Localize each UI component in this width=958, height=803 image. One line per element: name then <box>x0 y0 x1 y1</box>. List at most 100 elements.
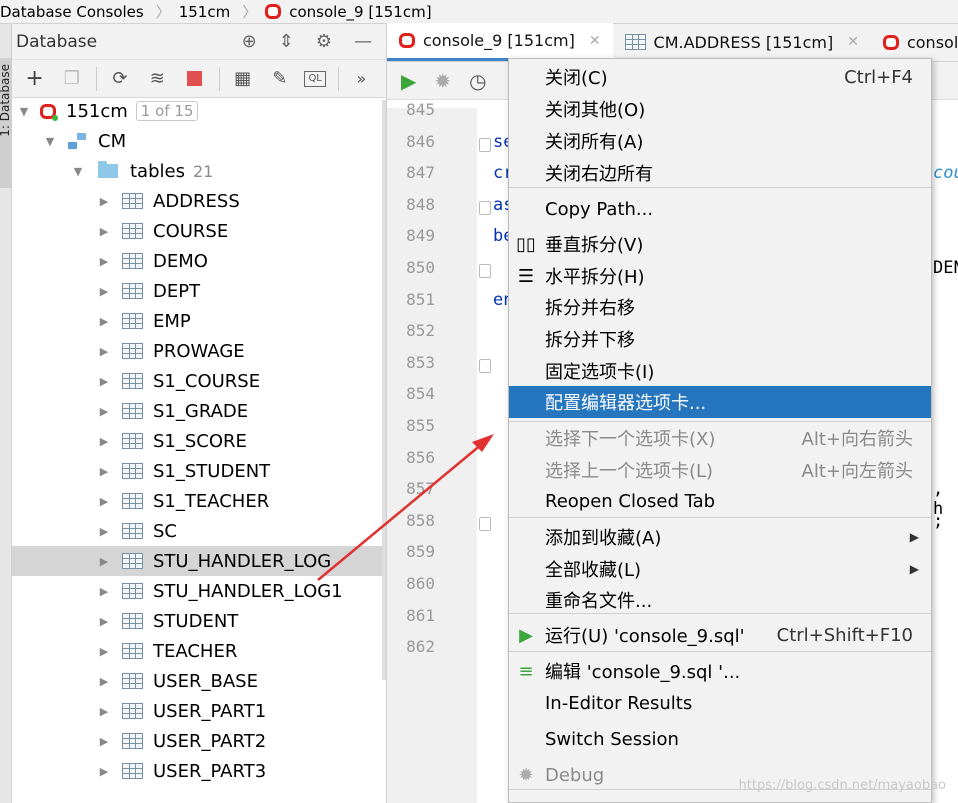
history-icon[interactable]: ◷ <box>469 69 486 93</box>
menu-item-all-favorites[interactable]: 全部收藏(L) ▶ <box>509 553 931 585</box>
chevron-right-icon[interactable]: ▶ <box>96 255 112 268</box>
table-row[interactable]: ▶ USER_PART3 <box>12 756 384 786</box>
chevron-right-icon[interactable]: ▶ <box>96 495 112 508</box>
code-line-right[interactable]: cou <box>933 163 958 183</box>
table-row[interactable]: ▶ USER_PART2 <box>12 726 384 756</box>
chevron-down-icon[interactable]: ▼ <box>42 135 58 148</box>
menu-item-copy-path[interactable]: Copy Path... <box>509 193 931 225</box>
table-row[interactable]: ▶ TEACHER <box>12 636 384 666</box>
code-line-right[interactable]: DEN <box>933 258 958 278</box>
more-icon[interactable]: » <box>349 66 374 92</box>
menu-item-edit-console[interactable]: ≡ 编辑 'console_9.sql '... <box>509 655 931 687</box>
menu-item-label: 编辑 'console_9.sql '... <box>545 662 741 683</box>
chevron-right-icon[interactable]: ▶ <box>96 525 112 538</box>
chevron-right-icon[interactable]: ▶ <box>96 435 112 448</box>
duplicate-icon[interactable]: ❐ <box>59 66 84 92</box>
chevron-right-icon[interactable]: ▶ <box>96 735 112 748</box>
menu-item-split-move-right[interactable]: 拆分并右移 <box>509 291 931 323</box>
tree-node-schema[interactable]: ▼ CM <box>12 126 384 156</box>
menu-item-split-horizontal[interactable]: ☰ 水平拆分(H) <box>509 260 931 292</box>
menu-item-split-vertical[interactable]: ▯▯ 垂直拆分(V) <box>509 228 931 260</box>
chevron-right-icon[interactable]: ▶ <box>96 315 112 328</box>
menu-item-rename-file[interactable]: 重命名文件... <box>509 584 931 616</box>
fold-marker-icon[interactable] <box>479 358 491 373</box>
table-row[interactable]: ▶ STU_HANDLER_LOG <box>12 546 384 576</box>
run-icon[interactable]: ▶ <box>401 69 416 93</box>
menu-item-pin-tab[interactable]: 固定选项卡(I) <box>509 355 931 387</box>
chevron-right-icon[interactable]: ▶ <box>96 195 112 208</box>
chevron-right-icon[interactable]: ▶ <box>96 765 112 778</box>
table-row[interactable]: ▶ DEMO <box>12 246 384 276</box>
collapse-all-icon[interactable]: ⇕ <box>279 31 294 52</box>
fold-marker-icon[interactable] <box>479 264 491 278</box>
menu-item-close-right[interactable]: 关闭右边所有 <box>509 157 931 189</box>
menu-item-switch-session[interactable]: Switch Session <box>509 723 931 755</box>
code-line-right[interactable]: ; <box>933 511 943 531</box>
fold-marker-icon[interactable] <box>479 516 491 531</box>
chevron-right-icon[interactable]: ▶ <box>96 465 112 478</box>
chevron-right-icon[interactable]: ▶ <box>96 645 112 658</box>
table-row[interactable]: ▶ USER_PART1 <box>12 696 384 726</box>
menu-item-close-others[interactable]: 关闭其他(O) <box>509 93 931 125</box>
chevron-down-icon[interactable]: ▼ <box>70 165 86 178</box>
table-row[interactable]: ▶ ADDRESS <box>12 186 384 216</box>
table-row[interactable]: ▶ SC <box>12 516 384 546</box>
chevron-right-icon[interactable]: ▶ <box>96 555 112 568</box>
chevron-right-icon[interactable]: ▶ <box>96 705 112 718</box>
menu-item-in-editor-results[interactable]: In-Editor Results <box>509 687 931 719</box>
table-row[interactable]: ▶ S1_STUDENT <box>12 456 384 486</box>
breadcrumb-item-consoles[interactable]: Database Consoles <box>0 3 148 21</box>
chevron-right-icon[interactable]: ▶ <box>96 225 112 238</box>
query-console-icon[interactable]: QL <box>304 70 326 87</box>
table-row[interactable]: ▶ COURSE <box>12 216 384 246</box>
refresh-icon[interactable]: ⟳ <box>107 66 132 92</box>
menu-item-label: Debug <box>545 764 605 786</box>
chevron-right-icon[interactable]: ▶ <box>96 615 112 628</box>
menu-item-close[interactable]: 关闭(C) Ctrl+F4 <box>509 61 931 93</box>
chevron-right-icon[interactable]: ▶ <box>96 405 112 418</box>
chevron-right-icon[interactable]: ▶ <box>96 285 112 298</box>
debug-icon[interactable]: ✹ <box>434 69 451 93</box>
table-row[interactable]: ▶ USER_BASE <box>12 666 384 696</box>
table-row[interactable]: ▶ S1_SCORE <box>12 426 384 456</box>
target-icon[interactable]: ⊕ <box>242 31 257 52</box>
table-row[interactable]: ▶ PROWAGE <box>12 336 384 366</box>
fold-marker-icon[interactable] <box>479 137 491 152</box>
close-icon[interactable]: ✕ <box>589 33 601 49</box>
chevron-right-icon[interactable]: ▶ <box>96 585 112 598</box>
menu-item-reopen-closed-tab[interactable]: Reopen Closed Tab <box>509 485 931 517</box>
table-row[interactable]: ▶ EMP <box>12 306 384 336</box>
chevron-down-icon[interactable]: ▼ <box>16 105 32 118</box>
breadcrumb-item-connection[interactable]: 151cm <box>179 3 235 21</box>
menu-item-split-move-down[interactable]: 拆分并下移 <box>509 323 931 355</box>
schema-settings-icon[interactable]: ≋ <box>145 66 170 92</box>
menu-item-add-to-favorites[interactable]: 添加到收藏(A) ▶ <box>509 521 931 553</box>
table-row[interactable]: ▶ S1_GRADE <box>12 396 384 426</box>
tab-console-9[interactable]: console_9 [151cm] ✕ <box>387 23 613 61</box>
table-row[interactable]: ▶ DEPT <box>12 276 384 306</box>
table-row[interactable]: ▶ STUDENT <box>12 606 384 636</box>
stop-icon[interactable] <box>182 66 207 92</box>
close-icon[interactable]: ✕ <box>847 34 859 50</box>
table-row[interactable]: ▶ S1_TEACHER <box>12 486 384 516</box>
table-row[interactable]: ▶ STU_HANDLER_LOG1 <box>12 576 384 606</box>
menu-item-configure-tabs[interactable]: 配置编辑器选项卡... <box>509 386 931 418</box>
add-icon[interactable]: + <box>22 66 47 92</box>
breadcrumb-item-console[interactable]: console_9 [151cm] <box>265 3 435 21</box>
chevron-right-icon[interactable]: ▶ <box>96 375 112 388</box>
chevron-right-icon[interactable]: ▶ <box>96 345 112 358</box>
tree-node-connection[interactable]: ▼ 151cm 1 of 15 <box>12 96 384 126</box>
tab-console-7[interactable]: console_7 <box>871 23 958 61</box>
gear-icon[interactable]: ⚙ <box>316 31 332 52</box>
menu-item-close-all[interactable]: 关闭所有(A) <box>509 125 931 157</box>
table-row[interactable]: ▶ S1_COURSE <box>12 366 384 396</box>
fold-marker-icon[interactable] <box>479 200 491 215</box>
edit-icon[interactable]: ✎ <box>267 66 292 92</box>
minimize-icon[interactable]: — <box>354 31 372 52</box>
tree-node-tables-folder[interactable]: ▼ tables 21 <box>12 156 384 186</box>
toolbar-divider <box>219 66 221 91</box>
tab-cm-address[interactable]: CM.ADDRESS [151cm] ✕ <box>613 23 871 61</box>
menu-item-run-console[interactable]: ▶ 运行(U) 'console_9.sql' Ctrl+Shift+F10 <box>509 619 931 651</box>
table-view-icon[interactable]: ▦ <box>230 66 255 92</box>
chevron-right-icon[interactable]: ▶ <box>96 675 112 688</box>
